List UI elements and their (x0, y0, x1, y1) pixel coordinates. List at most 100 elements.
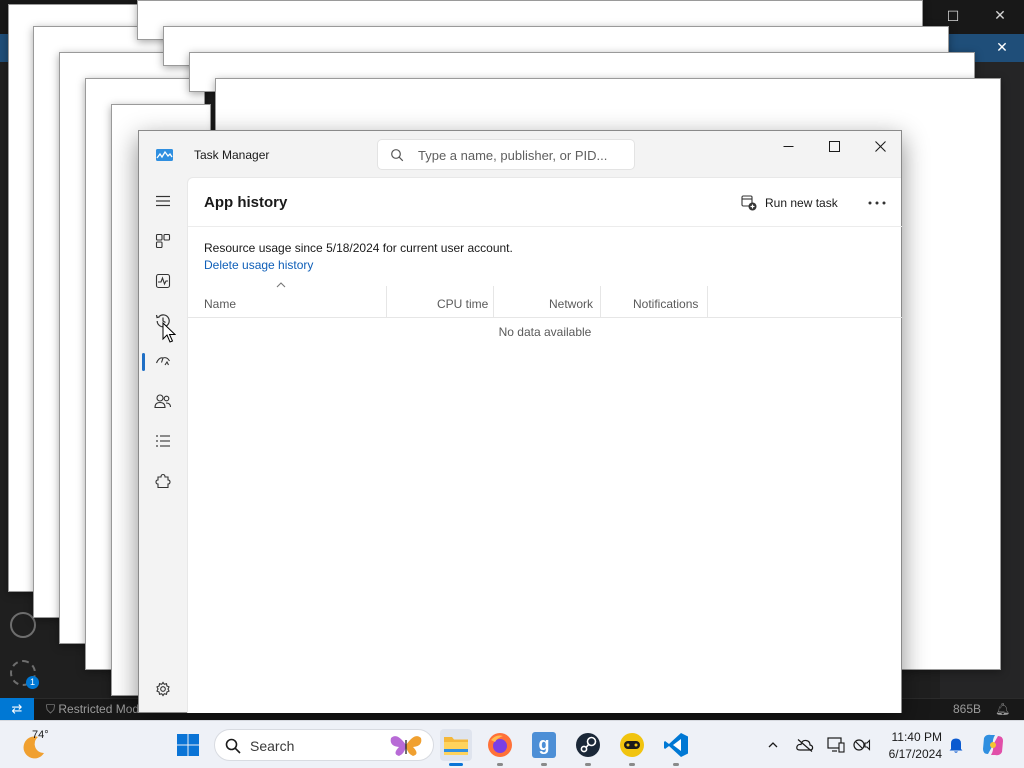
manage-badge: 1 (26, 676, 39, 689)
startup-apps-icon (155, 357, 170, 366)
search-icon (391, 149, 404, 162)
nav-item-processes[interactable] (147, 225, 179, 257)
taskbar-firefox[interactable] (484, 729, 516, 761)
file-size-status: 865B (953, 702, 982, 716)
column-separator[interactable] (600, 286, 601, 317)
details-list-icon (156, 435, 170, 447)
nav-item-performance[interactable] (147, 265, 179, 297)
taskbar-visual-studio-code[interactable] (660, 729, 692, 761)
more-options-icon (868, 201, 886, 205)
header-divider (188, 226, 902, 227)
display-tray-button[interactable] (826, 735, 846, 755)
gog-running-indicator (541, 763, 547, 766)
remote-indicator-icon[interactable]: ⇄ (0, 698, 34, 720)
gog-galaxy-icon: g (532, 732, 556, 758)
nav-item-users[interactable] (147, 385, 179, 417)
vscode-running-indicator (673, 763, 679, 766)
nav-item-startup-apps[interactable] (147, 345, 179, 377)
services-puzzle-icon (155, 473, 171, 489)
column-separator[interactable] (707, 286, 708, 317)
column-header-network[interactable]: Network (549, 283, 593, 317)
taskbar-gog-galaxy[interactable]: g (528, 729, 560, 761)
run-new-task-icon (741, 195, 757, 211)
copilot-button[interactable] (980, 732, 1006, 758)
network-volume-tray-button[interactable] (852, 735, 872, 755)
column-separator[interactable] (493, 286, 494, 317)
nav-settings-button[interactable] (147, 673, 179, 705)
gamepad-app-running-indicator (629, 763, 635, 766)
column-header-name[interactable]: Name (204, 283, 236, 317)
page-title: App history (204, 194, 288, 211)
taskbar: 74° Search g 11:40 PM 6/17/2024 (0, 720, 1024, 768)
column-separator[interactable] (386, 286, 387, 317)
nav-menu-button[interactable] (147, 185, 179, 217)
shield-icon: ⛉ (46, 702, 56, 716)
close-icon (874, 140, 886, 152)
maximize-button[interactable] (811, 131, 857, 161)
task-manager-app-icon (156, 149, 173, 161)
clock-time[interactable]: 11:40 PM (886, 730, 942, 744)
window-title: Task Manager (194, 148, 270, 162)
minimize-icon (783, 145, 793, 147)
column-header-notifications[interactable]: Notifications (633, 283, 698, 317)
run-new-task-label: Run new task (765, 196, 838, 210)
table-header-divider (188, 317, 902, 318)
more-options-button[interactable] (864, 192, 890, 214)
hamburger-menu-icon (156, 195, 170, 207)
taskbar-search-label: Search (250, 738, 295, 754)
gamepad-app-icon (620, 733, 644, 757)
svg-text:g: g (539, 734, 550, 754)
close-button[interactable] (857, 131, 903, 161)
firefox-running-indicator (497, 763, 503, 766)
onedrive-tray-button[interactable] (795, 735, 815, 755)
search-highlight-butterfly-icon (390, 736, 422, 756)
steam-icon (576, 733, 600, 757)
delete-usage-history-link[interactable]: Delete usage history (204, 258, 313, 272)
run-new-task-button[interactable]: Run new task (741, 193, 838, 213)
background-maximize-icon[interactable]: ☐ (938, 8, 968, 25)
nav-item-services[interactable] (147, 465, 179, 497)
resource-usage-info: Resource usage since 5/18/2024 for curre… (204, 241, 513, 255)
start-button[interactable] (172, 729, 204, 761)
notification-bell-icon (949, 738, 963, 753)
chevron-up-icon (768, 742, 778, 748)
column-header-cpu-time[interactable]: CPU time (437, 283, 488, 317)
notifications-bell-icon[interactable]: 🔔︎ (995, 702, 1010, 716)
show-hidden-icons-button[interactable] (763, 735, 783, 755)
restricted-mode-status[interactable]: ⛉ Restricted Mode (46, 702, 146, 717)
settings-gear-icon (156, 681, 170, 697)
display-icon (827, 737, 845, 753)
vscode-icon (664, 733, 688, 757)
weather-temperature: 74° (32, 729, 49, 741)
file-explorer-folder-icon (444, 737, 468, 755)
maximize-icon (828, 140, 840, 152)
taskbar-steam[interactable] (572, 729, 604, 761)
background-banner-close-icon[interactable]: ✕ (987, 39, 1017, 56)
clock-date[interactable]: 6/17/2024 (880, 747, 942, 761)
task-manager-window: Task Manager Type a name, publisher, or … (138, 130, 902, 713)
file-explorer-running-indicator (449, 763, 463, 766)
copilot-icon (983, 734, 1003, 756)
minimize-button[interactable] (765, 131, 811, 161)
notification-center-button[interactable] (946, 735, 966, 755)
performance-icon (155, 273, 171, 289)
taskbar-file-explorer[interactable] (440, 729, 472, 761)
windows-logo-icon (177, 734, 199, 756)
weather-widget[interactable]: 74° (18, 729, 58, 765)
empty-state-message: No data available (498, 325, 592, 339)
taskbar-search-icon (225, 738, 241, 754)
navigation-rail (139, 177, 187, 713)
search-input[interactable] (418, 145, 628, 165)
taskbar-search-box[interactable]: Search (214, 729, 434, 761)
mouse-pointer-icon (162, 322, 176, 343)
background-close-icon[interactable]: ✕ (985, 7, 1015, 24)
cloud-offline-icon (796, 739, 814, 752)
steam-running-indicator (585, 763, 591, 766)
sort-ascending-icon (276, 282, 286, 288)
title-bar[interactable]: Task Manager (139, 131, 901, 177)
app-history-page: App history Run new task Resource usage … (187, 177, 902, 713)
network-volume-icon (853, 739, 871, 751)
taskbar-gamepad-app[interactable] (616, 729, 648, 761)
nav-item-details[interactable] (147, 425, 179, 457)
search-box[interactable] (377, 139, 635, 170)
